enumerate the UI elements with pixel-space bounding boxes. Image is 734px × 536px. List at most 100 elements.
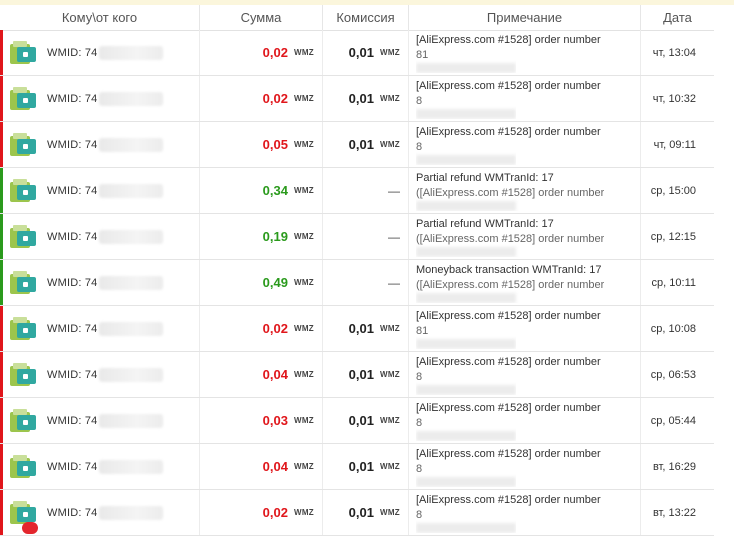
date-cell: чт, 09:11 (641, 122, 714, 167)
amount-currency: WMZ (293, 94, 314, 103)
amount-currency: WMZ (293, 508, 314, 517)
redacted-note (416, 476, 516, 487)
table-row[interactable]: WMID: 74 0,49 WMZ — Moneyback transactio… (0, 260, 714, 306)
wmid-label[interactable]: WMID: 74 (47, 461, 98, 473)
date-cell: вт, 16:29 (641, 444, 714, 489)
table-row[interactable]: WMID: 74 0,02 WMZ 0,01 WMZ [AliExpress.c… (0, 306, 714, 352)
table-row[interactable]: WMID: 74 0,03 WMZ 0,01 WMZ [AliExpress.c… (0, 398, 714, 444)
date-value: чт, 10:32 (652, 92, 696, 105)
amount-currency: WMZ (293, 278, 314, 287)
wmid-label[interactable]: WMID: 74 (47, 139, 98, 151)
note-line-2: ([AliExpress.com #1528] order number (416, 186, 605, 199)
table-row[interactable]: WMID: 74 0,34 WMZ — Partial refund WMTra… (0, 168, 714, 214)
fee-currency: WMZ (379, 48, 400, 57)
redacted-note (416, 430, 516, 441)
amount-cell: 0,04 WMZ (200, 444, 323, 489)
amount-value: 0,02 (262, 321, 288, 336)
header-date[interactable]: Дата (641, 5, 714, 30)
amount-cell: 0,34 WMZ (200, 168, 323, 213)
amount-value: 0,34 (262, 183, 288, 198)
date-cell: ср, 05:44 (641, 398, 714, 443)
fee-cell: — (323, 168, 409, 213)
wmid-label[interactable]: WMID: 74 (47, 185, 98, 197)
fee-cell: 0,01 WMZ (323, 30, 409, 75)
fee-value: 0,01 (348, 137, 374, 152)
table-row[interactable]: WMID: 74 0,02 WMZ 0,01 WMZ [AliExpress.c… (0, 30, 714, 76)
wallet-icon (10, 362, 36, 387)
wmid-label[interactable]: WMID: 74 (47, 507, 98, 519)
wallet-icon (10, 408, 36, 433)
fee-currency: WMZ (379, 416, 400, 425)
redacted-note (416, 292, 516, 303)
redacted-wmid (98, 91, 163, 106)
note-line-2: ([AliExpress.com #1528] order number (416, 232, 605, 245)
date-value: ср, 06:53 (650, 368, 696, 381)
fee-currency: WMZ (379, 462, 400, 471)
wmid-label[interactable]: WMID: 74 (47, 93, 98, 105)
date-value: ср, 05:44 (650, 414, 696, 427)
counterparty-cell: WMID: 74 (0, 398, 200, 443)
fee-cell: 0,01 WMZ (323, 306, 409, 351)
header-counterparty[interactable]: Кому\от кого (0, 5, 200, 30)
redacted-wmid (98, 367, 163, 382)
note-line-1: [AliExpress.com #1528] order number (416, 79, 601, 92)
notification-badge[interactable] (22, 522, 38, 534)
date-cell: чт, 13:04 (641, 30, 714, 75)
table-row[interactable]: WMID: 74 0,19 WMZ — Partial refund WMTra… (0, 214, 714, 260)
fee-value: 0,01 (348, 367, 374, 382)
wmid-label[interactable]: WMID: 74 (47, 47, 98, 59)
wmid-label[interactable]: WMID: 74 (47, 277, 98, 289)
table-row[interactable]: WMID: 74 0,04 WMZ 0,01 WMZ [AliExpress.c… (0, 352, 714, 398)
table-row[interactable]: WMID: 74 0,02 WMZ 0,01 WMZ [AliExpress.c… (0, 76, 714, 122)
header-note[interactable]: Примечание (409, 5, 641, 30)
amount-cell: 0,03 WMZ (200, 398, 323, 443)
date-value: ср, 10:08 (650, 322, 696, 335)
note-line-1: Partial refund WMTranId: 17 (416, 217, 554, 230)
note-line-2: 81 (416, 48, 429, 61)
note-line-2: 8 (416, 370, 423, 383)
note-cell: [AliExpress.com #1528] order number 8 (409, 76, 641, 121)
amount-currency: WMZ (293, 462, 314, 471)
note-cell: Moneyback transaction WMTranId: 17 ([Ali… (409, 260, 641, 305)
date-value: ср, 12:15 (650, 230, 696, 243)
wmid-label[interactable]: WMID: 74 (47, 323, 98, 335)
wmid-label[interactable]: WMID: 74 (47, 369, 98, 381)
note-line-1: [AliExpress.com #1528] order number (416, 33, 601, 46)
amount-value: 0,02 (262, 91, 288, 106)
fee-cell: — (323, 260, 409, 305)
amount-cell: 0,05 WMZ (200, 122, 323, 167)
wallet-icon (10, 40, 36, 65)
note-line-2: 8 (416, 416, 423, 429)
header-amount[interactable]: Сумма (200, 5, 323, 30)
table-row[interactable]: WMID: 74 0,04 WMZ 0,01 WMZ [AliExpress.c… (0, 444, 714, 490)
note-line-1: [AliExpress.com #1528] order number (416, 309, 601, 322)
fee-value: 0,01 (348, 321, 374, 336)
table-row[interactable]: WMID: 74 0,05 WMZ 0,01 WMZ [AliExpress.c… (0, 122, 714, 168)
redacted-note (416, 246, 516, 257)
direction-stripe (0, 352, 3, 397)
note-line-1: Moneyback transaction WMTranId: 17 (416, 263, 602, 276)
wmid-label[interactable]: WMID: 74 (47, 415, 98, 427)
date-value: вт, 16:29 (652, 460, 696, 473)
amount-currency: WMZ (293, 324, 314, 333)
note-line-1: [AliExpress.com #1528] order number (416, 493, 601, 506)
wmid-label[interactable]: WMID: 74 (47, 231, 98, 243)
table-row[interactable]: WMID: 74 0,02 WMZ 0,01 WMZ [AliExpress.c… (0, 490, 714, 536)
note-cell: Partial refund WMTranId: 17 ([AliExpress… (409, 168, 641, 213)
wallet-icon (10, 500, 36, 525)
redacted-wmid (98, 45, 163, 60)
redacted-note (416, 154, 516, 165)
transactions-table: WMID: 74 0,02 WMZ 0,01 WMZ [AliExpress.c… (0, 30, 714, 536)
date-cell: чт, 10:32 (641, 76, 714, 121)
wallet-icon (10, 224, 36, 249)
fee-currency: WMZ (379, 94, 400, 103)
fee-value: 0,01 (348, 459, 374, 474)
date-cell: ср, 10:11 (641, 260, 714, 305)
redacted-wmid (98, 137, 163, 152)
header-fee[interactable]: Комиссия (323, 5, 409, 30)
amount-cell: 0,02 WMZ (200, 76, 323, 121)
fee-value: — (388, 183, 400, 198)
note-cell: [AliExpress.com #1528] order number 8 (409, 490, 641, 535)
redacted-wmid (98, 229, 163, 244)
wallet-icon (10, 454, 36, 479)
